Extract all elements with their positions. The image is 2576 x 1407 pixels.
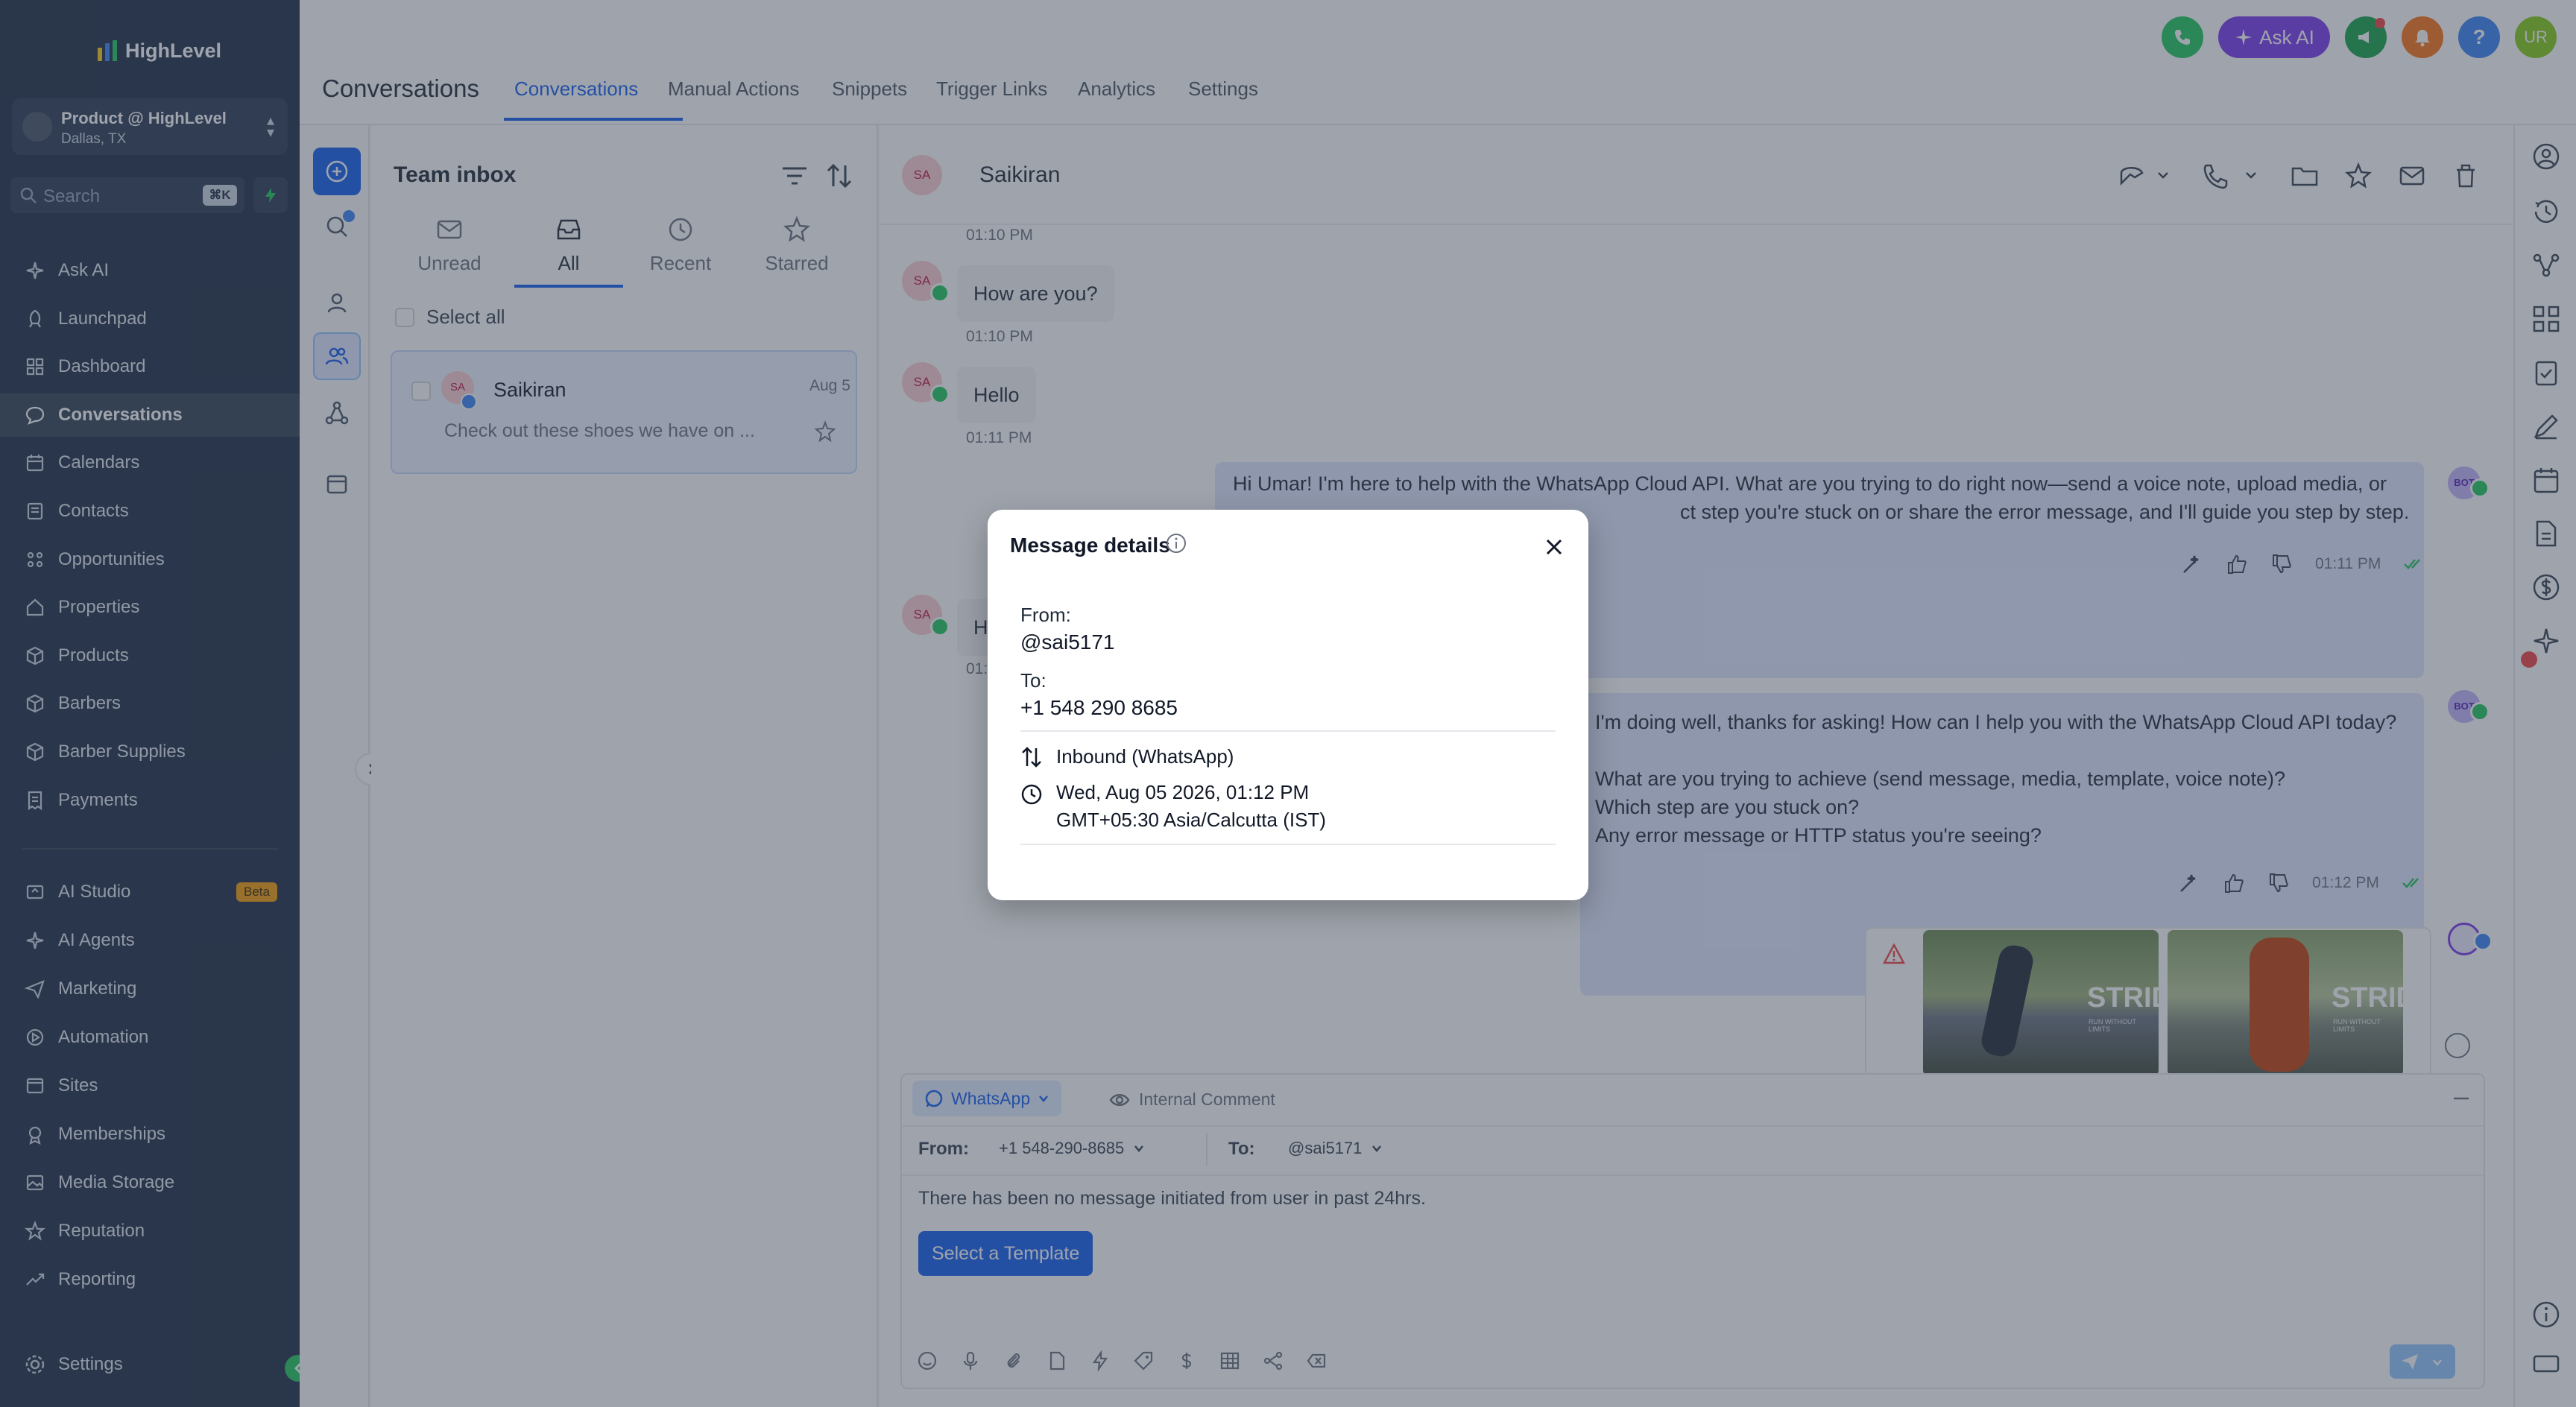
to-label: To:	[1020, 669, 1046, 692]
transfer-arrows-icon	[1022, 747, 1041, 768]
timestamp-date: Wed, Aug 05 2026, 01:12 PM	[1056, 781, 1310, 803]
info-icon[interactable]	[1165, 532, 1187, 554]
message-details-modal: Message details From: @sai5171 To: +1 54…	[988, 510, 1588, 900]
clock-icon	[1021, 784, 1042, 805]
from-label: From:	[1020, 604, 1071, 626]
direction-value: Inbound (WhatsApp)	[1056, 745, 1234, 768]
modal-divider	[1020, 844, 1556, 845]
timestamp-timezone: GMT+05:30 Asia/Calcutta (IST)	[1056, 809, 1326, 831]
modal-divider	[1020, 730, 1556, 732]
close-icon[interactable]	[1541, 534, 1568, 560]
message-timestamp: Wed, Aug 05 2026, 01:12 PM GMT+05:30 Asi…	[1020, 781, 1326, 832]
message-direction: Inbound (WhatsApp)	[1020, 745, 1234, 769]
to-value: +1 548 290 8685	[1020, 696, 1178, 719]
from-value: @sai5171	[1020, 630, 1115, 654]
modal-title: Message details	[1010, 534, 1170, 557]
